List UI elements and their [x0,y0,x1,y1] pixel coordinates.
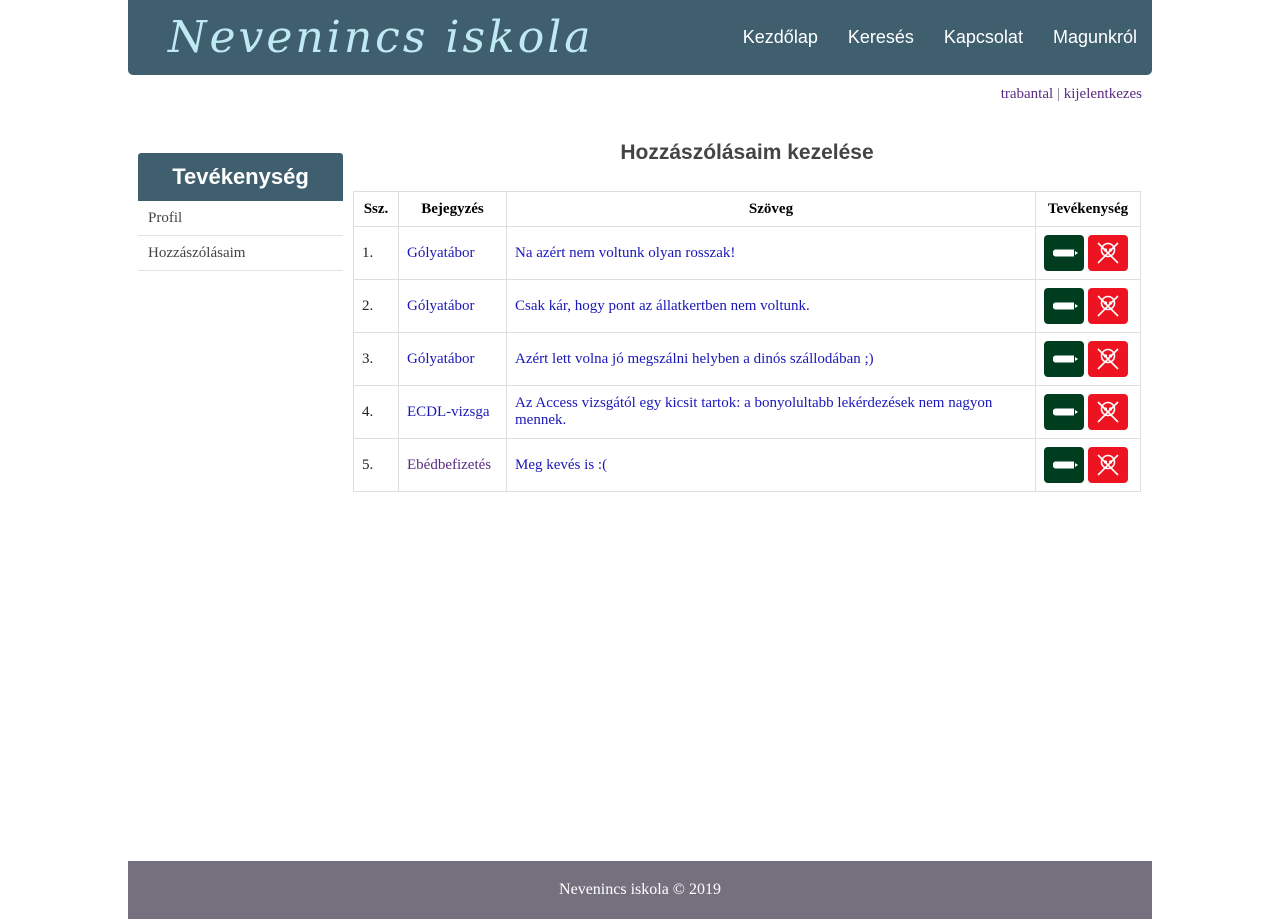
user-bar: trabantal | kijelentkezes [1001,86,1142,103]
sidebar-item-comments[interactable]: Hozzászólásaim [138,236,343,271]
table-row: 5. Ebédbefizetés Meg kevés is :( [353,438,1141,492]
row-actions [1035,279,1141,333]
username-link[interactable]: trabantal [1001,86,1053,102]
page-title: Hozzászólásaim kezelése [620,141,874,164]
logout-link[interactable]: kijelentkezes [1064,86,1142,102]
header-entry: Bejegyzés [398,191,507,227]
row-actions [1035,385,1141,439]
row-entry-link[interactable]: Gólyatábor [398,226,507,280]
delete-button[interactable] [1088,394,1128,430]
pencil-icon [1053,249,1078,257]
row-actions [1035,438,1141,492]
row-text-link[interactable]: Csak kár, hogy pont az állatkertben nem … [506,279,1036,333]
row-text-link[interactable]: Azért lett volna jó megszálni helyben a … [506,332,1036,386]
comments-table: Ssz. Bejegyzés Szöveg Tevékenység 1. Gól… [353,191,1141,492]
site-footer: Nevenincs iskola © 2019 [128,861,1152,919]
row-text-link[interactable]: Meg kevés is :( [506,438,1036,492]
row-num: 1. [353,226,399,280]
row-num: 5. [353,438,399,492]
row-actions [1035,332,1141,386]
pencil-icon [1053,461,1078,469]
skull-crossbones-icon [1097,348,1119,370]
edit-button[interactable] [1044,341,1084,377]
table-row: 3. Gólyatábor Azért lett volna jó megszá… [353,332,1141,386]
delete-button[interactable] [1088,288,1128,324]
edit-button[interactable] [1044,235,1084,271]
userbar-separator: | [1056,86,1060,102]
skull-crossbones-icon [1097,401,1119,423]
table-row: 1. Gólyatábor Na azért nem voltunk olyan… [353,226,1141,280]
row-num: 2. [353,279,399,333]
pencil-icon [1053,302,1078,310]
site-header: Nevenincs iskola Kezdőlap Keresés Kapcso… [128,0,1152,75]
nav-about[interactable]: Magunkról [1053,27,1137,48]
nav-contact[interactable]: Kapcsolat [944,27,1023,48]
row-entry-link[interactable]: Gólyatábor [398,332,507,386]
row-actions [1035,226,1141,280]
nav-search[interactable]: Keresés [848,27,914,48]
pencil-icon [1053,408,1078,416]
sidebar-item-profile[interactable]: Profil [138,201,343,236]
table-row: 2. Gólyatábor Csak kár, hogy pont az áll… [353,279,1141,333]
delete-button[interactable] [1088,447,1128,483]
row-entry-link[interactable]: Gólyatábor [398,279,507,333]
header-num: Ssz. [353,191,399,227]
sidebar: Tevékenység Profil Hozzászólásaim [138,153,343,271]
table-header-row: Ssz. Bejegyzés Szöveg Tevékenység [353,191,1141,227]
header-text: Szöveg [506,191,1036,227]
skull-crossbones-icon [1097,454,1119,476]
skull-crossbones-icon [1097,242,1119,264]
row-text-link[interactable]: Na azért nem voltunk olyan rosszak! [506,226,1036,280]
header-actions: Tevékenység [1035,191,1141,227]
table-row: 4. ECDL-vizsga Az Access vizsgától egy k… [353,385,1141,439]
edit-button[interactable] [1044,447,1084,483]
site-logo[interactable]: Nevenincs iskola [168,4,594,72]
row-entry-link[interactable]: ECDL-vizsga [398,385,507,439]
row-num: 4. [353,385,399,439]
main-nav: Kezdőlap Keresés Kapcsolat Magunkról [743,0,1137,75]
edit-button[interactable] [1044,288,1084,324]
nav-home[interactable]: Kezdőlap [743,27,818,48]
row-text-link[interactable]: Az Access vizsgától egy kicsit tartok: a… [506,385,1036,439]
delete-button[interactable] [1088,235,1128,271]
row-entry-link[interactable]: Ebédbefizetés [398,438,507,492]
delete-button[interactable] [1088,341,1128,377]
row-num: 3. [353,332,399,386]
edit-button[interactable] [1044,394,1084,430]
main-content: Hozzászólásaim kezelése Ssz. Bejegyzés S… [353,138,1141,492]
sidebar-title: Tevékenység [138,153,343,201]
skull-crossbones-icon [1097,295,1119,317]
pencil-icon [1053,355,1078,363]
